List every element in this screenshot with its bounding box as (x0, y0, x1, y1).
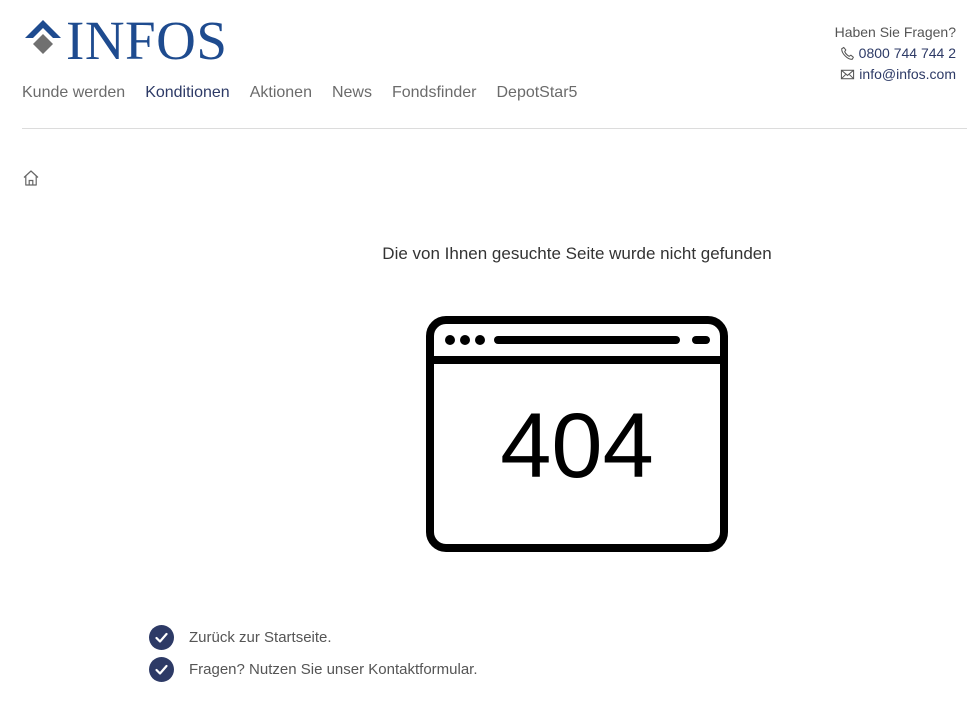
nav-item-fondsfinder[interactable]: Fondsfinder (392, 84, 477, 102)
nav-item-news[interactable]: News (332, 84, 372, 102)
logo-diamond-icon (25, 20, 61, 54)
error-title: Die von Ihnen gesuchte Seite wurde nicht… (382, 244, 772, 263)
main-nav: Kunde werden Konditionen Aktionen News F… (22, 84, 577, 102)
contact-phone-row[interactable]: 0800 744 744 2 (835, 43, 956, 64)
check-circle-icon (149, 656, 174, 682)
startseite-link[interactable]: Startseite. (264, 629, 332, 646)
nav-item-aktionen[interactable]: Aktionen (250, 84, 312, 102)
help-links: Zurück zur Startseite. Fragen? Nutzen Si… (149, 621, 478, 685)
phone-icon (840, 46, 854, 60)
list-item: Fragen? Nutzen Sie unser Kontaktformular… (149, 653, 478, 685)
contact-question: Haben Sie Fragen? (834, 24, 956, 40)
nav-item-depotstar5[interactable]: DepotStar5 (496, 84, 577, 102)
mail-icon (841, 69, 855, 80)
nav-item-konditionen[interactable]: Konditionen (145, 84, 230, 102)
list-item: Zurück zur Startseite. (149, 621, 478, 653)
header-divider (22, 128, 967, 129)
contact-phone: 0800 744 744 2 (858, 45, 956, 61)
home-link-text: Zurück zur Startseite. (189, 629, 332, 646)
contact-box: Haben Sie Fragen? 0800 744 744 2 info@in… (835, 22, 956, 85)
contact-email: info@infos.com (859, 66, 956, 82)
kontaktformular-link[interactable]: Kontaktformular. (368, 661, 477, 678)
check-circle-icon (149, 624, 174, 650)
home-link-prefix: Zurück zur (189, 628, 265, 646)
contact-link-prefix: Fragen? Nutzen Sie unser (189, 660, 369, 678)
brand-logo[interactable]: INFOS (22, 10, 228, 71)
contact-email-row[interactable]: info@infos.com (835, 64, 956, 85)
browser-404-icon: 404 (426, 316, 728, 552)
nav-item-kunde-werden[interactable]: Kunde werden (22, 84, 125, 102)
contact-link-text: Fragen? Nutzen Sie unser Kontaktformular… (189, 661, 478, 678)
brand-name: INFOS (66, 10, 228, 71)
error-code: 404 (500, 395, 654, 497)
home-icon[interactable] (22, 169, 40, 187)
